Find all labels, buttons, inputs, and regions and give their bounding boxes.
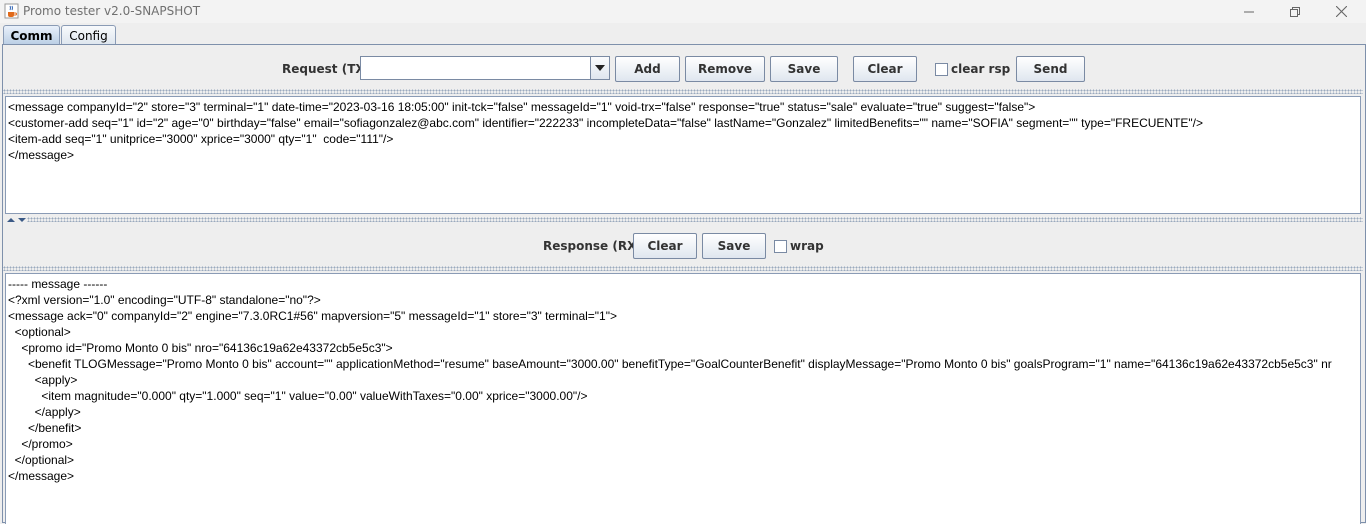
- close-button[interactable]: [1318, 0, 1364, 23]
- java-cup-icon: [4, 3, 19, 19]
- window-title: Promo tester v2.0-SNAPSHOT: [23, 4, 201, 18]
- wrap-checkbox[interactable]: [774, 240, 787, 253]
- add-button[interactable]: Add: [615, 56, 680, 82]
- response-line: </message>: [8, 469, 75, 483]
- split-arrows-icon[interactable]: [5, 216, 27, 224]
- response-line: </benefit>: [8, 421, 82, 435]
- response-toolbar: Response (RX) Clear Save wrap: [3, 226, 1363, 266]
- maximize-button[interactable]: [1272, 0, 1318, 23]
- response-line: <?xml version="1.0" encoding="UTF-8" sta…: [8, 293, 321, 307]
- response-line: <promo id="Promo Monto 0 bis" nro="64136…: [8, 341, 393, 355]
- response-line: <optional>: [8, 325, 71, 339]
- response-line: </promo>: [8, 437, 73, 451]
- response-line: </optional>: [8, 453, 75, 467]
- response-line: <message ack="0" companyId="2" engine="7…: [8, 309, 617, 323]
- response-save-button[interactable]: Save: [702, 233, 766, 259]
- wrap-label: wrap: [790, 239, 824, 253]
- response-textarea[interactable]: ----- message ------ <?xml version="1.0"…: [5, 273, 1361, 524]
- response-line: <item magnitude="0.000" qty="1.000" seq=…: [8, 389, 588, 403]
- clear-rsp-checkbox[interactable]: [935, 63, 948, 76]
- tab-strip: Comm Config: [0, 23, 1366, 45]
- chevron-down-icon: [595, 65, 605, 71]
- request-label: Request (TX): [282, 62, 371, 76]
- request-toolbar: Request (TX) Add Remove Save Clear clear…: [3, 49, 1363, 89]
- restore-icon: [1290, 6, 1300, 17]
- response-line: <apply>: [8, 373, 78, 387]
- close-icon: [1335, 6, 1347, 17]
- response-line: </apply>: [8, 405, 81, 419]
- response-line: ----- message ------: [8, 277, 108, 291]
- response-clear-button[interactable]: Clear: [633, 233, 697, 259]
- divider-grip: [27, 217, 1363, 222]
- request-line: <customer-add seq="1" id="2" age="0" bir…: [8, 116, 1204, 130]
- request-toolbar-separator: [3, 89, 1363, 94]
- clear-rsp-label: clear rsp: [951, 62, 1011, 76]
- request-clear-button[interactable]: Clear: [853, 56, 917, 82]
- request-textarea[interactable]: <message companyId="2" store="3" termina…: [5, 96, 1361, 214]
- request-line: </message>: [8, 148, 75, 162]
- response-label: Response (RX): [543, 239, 642, 253]
- tab-comm[interactable]: Comm: [3, 25, 60, 45]
- minimize-button[interactable]: [1226, 0, 1272, 23]
- request-save-button[interactable]: Save: [770, 56, 838, 82]
- response-line: <benefit TLOGMessage="Promo Monto 0 bis"…: [8, 357, 1332, 371]
- tab-config[interactable]: Config: [61, 25, 116, 45]
- title-bar: Promo tester v2.0-SNAPSHOT: [0, 0, 1366, 23]
- response-toolbar-separator: [3, 266, 1363, 271]
- minimize-icon: [1244, 11, 1254, 12]
- request-template-combo[interactable]: [360, 56, 610, 80]
- send-button[interactable]: Send: [1016, 56, 1085, 82]
- request-line: <message companyId="2" store="3" termina…: [8, 100, 1036, 114]
- remove-button[interactable]: Remove: [685, 56, 765, 82]
- combo-dropdown-button[interactable]: [590, 57, 609, 79]
- comm-panel: Request (TX) Add Remove Save Clear clear…: [2, 44, 1366, 524]
- request-line: <item-add seq="1" unitprice="3000" xpric…: [8, 132, 394, 146]
- split-pane-divider[interactable]: [3, 216, 1363, 224]
